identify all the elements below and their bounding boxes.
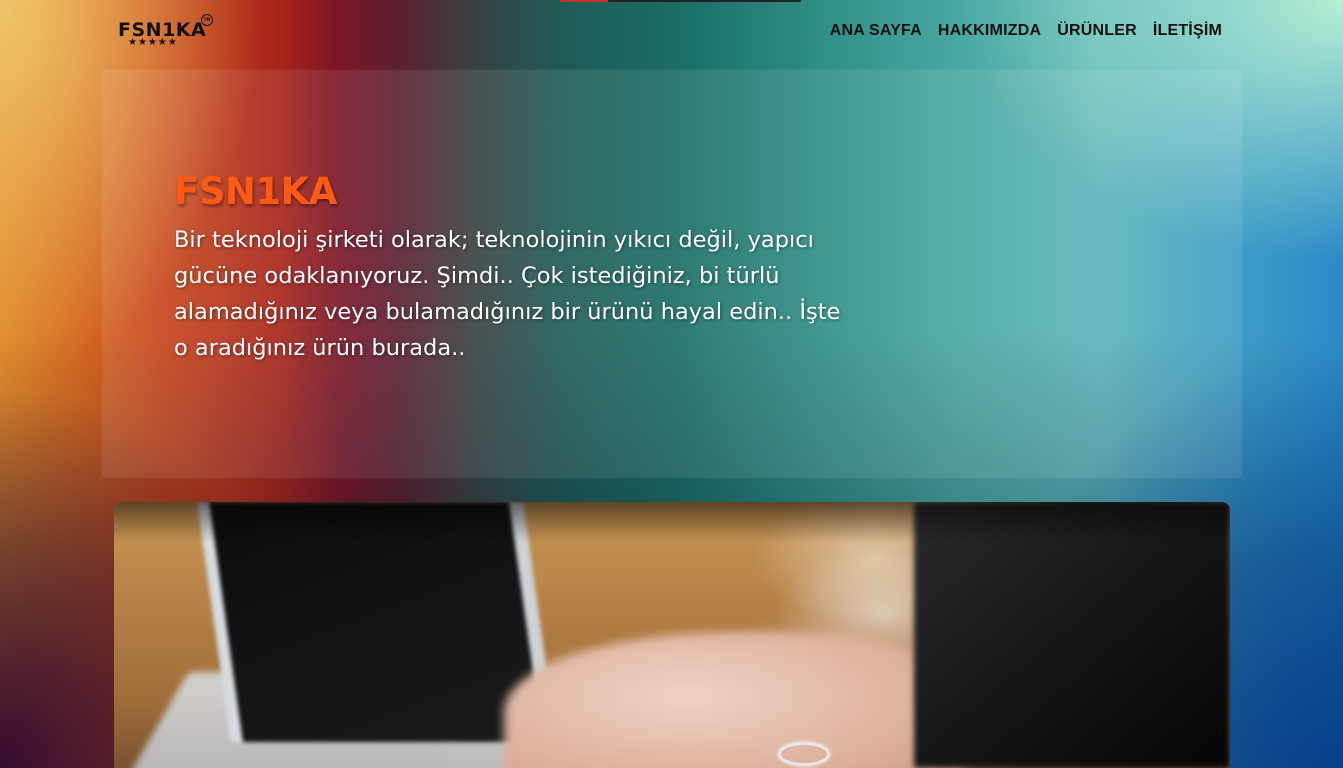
nav-link-about[interactable]: HAKKIMIZDA [938, 21, 1041, 41]
ring-shape [778, 742, 830, 766]
site-logo[interactable]: FSN1KA TM ★★★★★ [118, 14, 214, 52]
hero-title: FSN1KA [174, 170, 337, 213]
star-icon: ★★★★★ [128, 37, 178, 48]
hand-shape [504, 632, 964, 768]
hero-image-laptop-typing [114, 502, 1230, 768]
site-header: FSN1KA TM ★★★★★ ANA SAYFA HAKKIMIZDA ÜRÜ… [0, 0, 1343, 64]
nav-link-home[interactable]: ANA SAYFA [830, 21, 922, 41]
trademark-icon: TM [201, 14, 213, 26]
main-nav: ANA SAYFA HAKKIMIZDA ÜRÜNLER İLETİŞİM [830, 21, 1222, 41]
hero-description: Bir teknoloji şirketi olarak; teknolojin… [174, 227, 841, 361]
nav-link-products[interactable]: ÜRÜNLER [1057, 21, 1137, 41]
nav-link-contact[interactable]: İLETİŞİM [1153, 21, 1222, 41]
image-top-shade [114, 502, 1230, 542]
hero-panel: FSN1KA Bir teknoloji şirketi olarak; tek… [102, 70, 1242, 478]
